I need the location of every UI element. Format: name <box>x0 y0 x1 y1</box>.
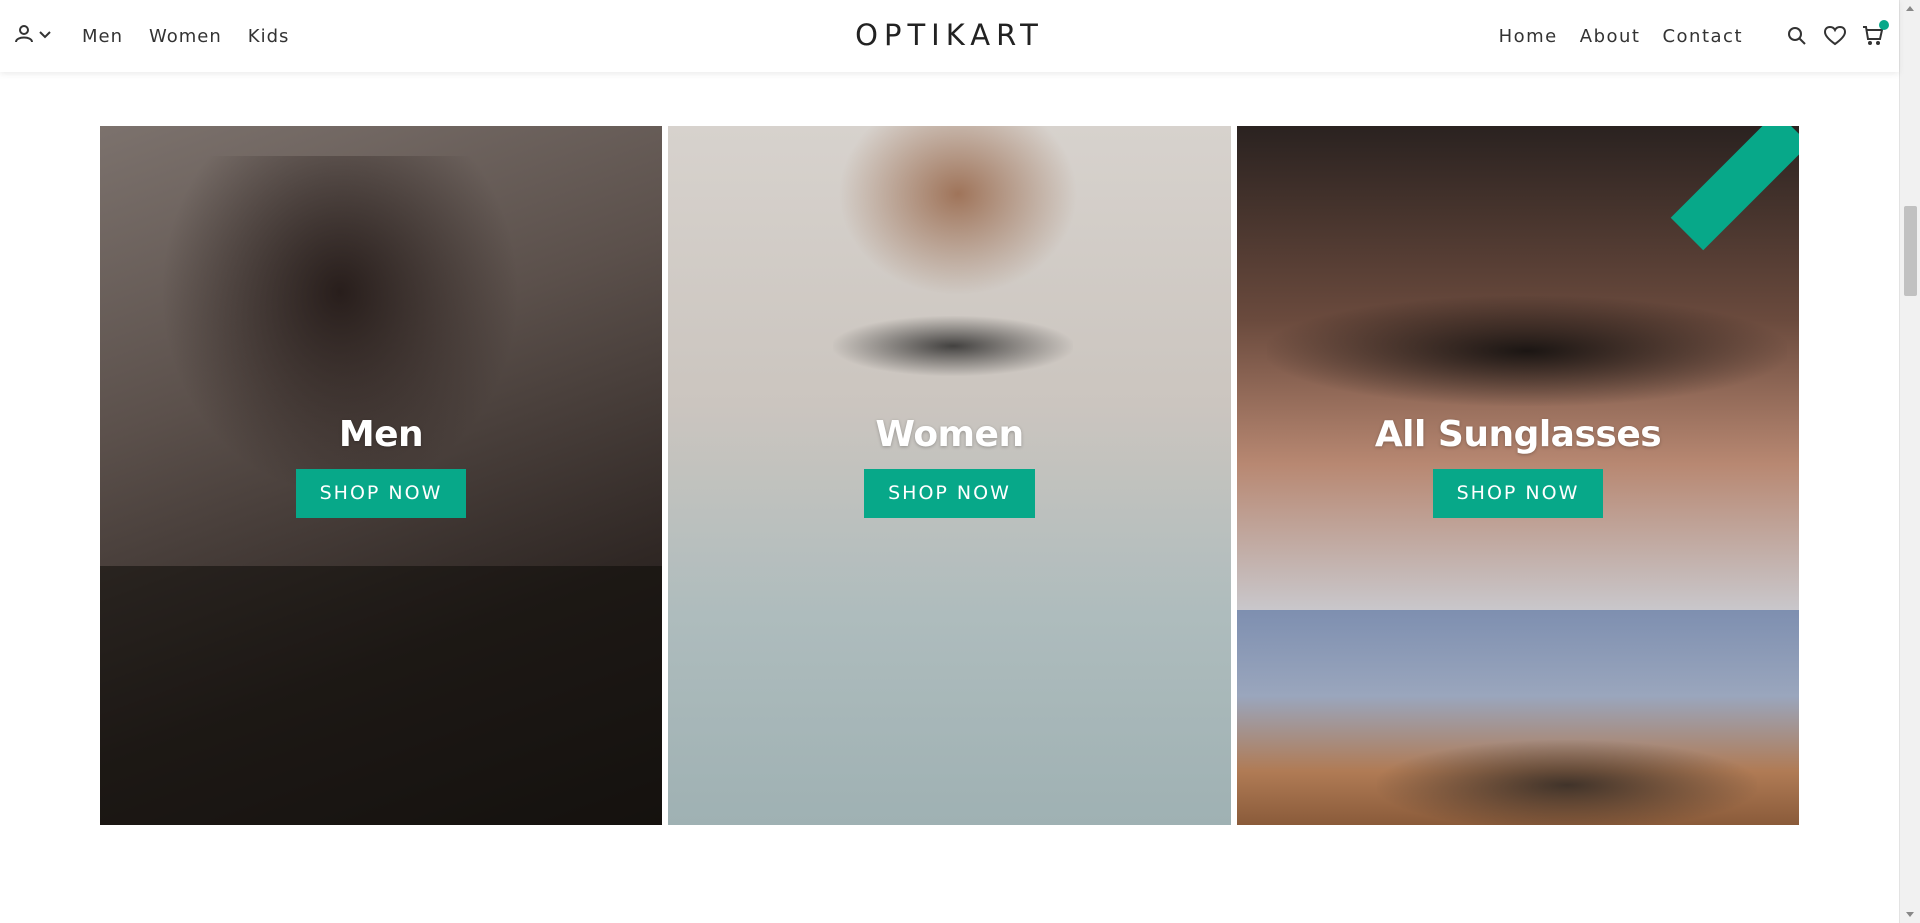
shop-now-button-men[interactable]: SHOP NOW <box>295 469 467 518</box>
category-tile-women[interactable]: Women SHOP NOW <box>668 126 1231 825</box>
shop-now-button-all-sunglasses[interactable]: SHOP NOW <box>1432 469 1604 518</box>
scroll-up-arrow-icon[interactable] <box>1906 6 1914 11</box>
tile-overlay-all-sunglasses: All Sunglasses SHOP NOW <box>1237 414 1799 518</box>
heart-icon[interactable] <box>1821 22 1849 50</box>
tile-overlay-women: Women SHOP NOW <box>668 414 1231 518</box>
tile-title-men: Men <box>338 414 424 455</box>
cart-icon[interactable] <box>1859 20 1889 50</box>
tile-overlay-men: Men SHOP NOW <box>100 414 662 518</box>
scroll-down-arrow-icon[interactable] <box>1906 912 1914 917</box>
category-tile-sunglasses-secondary[interactable] <box>1237 610 1799 825</box>
cart-badge <box>1879 20 1889 30</box>
tile-title-all-sunglasses: All Sunglasses <box>1374 414 1662 455</box>
vertical-scrollbar[interactable] <box>1899 0 1920 923</box>
shop-now-button-women[interactable]: SHOP NOW <box>864 469 1035 518</box>
category-grid: Men SHOP NOW Women SHOP NOW All Sunglass… <box>100 126 1799 825</box>
nav-link-about[interactable]: About <box>1580 26 1641 47</box>
nav-link-home[interactable]: Home <box>1499 26 1558 47</box>
nav-link-contact[interactable]: Contact <box>1662 26 1743 47</box>
search-icon[interactable] <box>1783 22 1811 50</box>
site-header: Men Women Kids OPTIKART Home About Conta… <box>0 0 1899 72</box>
scrollbar-thumb[interactable] <box>1904 206 1917 296</box>
category-tile-all-sunglasses[interactable]: All Sunglasses SHOP NOW <box>1237 126 1799 610</box>
tile-title-women: Women <box>875 414 1024 455</box>
right-nav: Home About Contact <box>1499 0 1889 72</box>
category-tile-men[interactable]: Men SHOP NOW <box>100 126 662 825</box>
